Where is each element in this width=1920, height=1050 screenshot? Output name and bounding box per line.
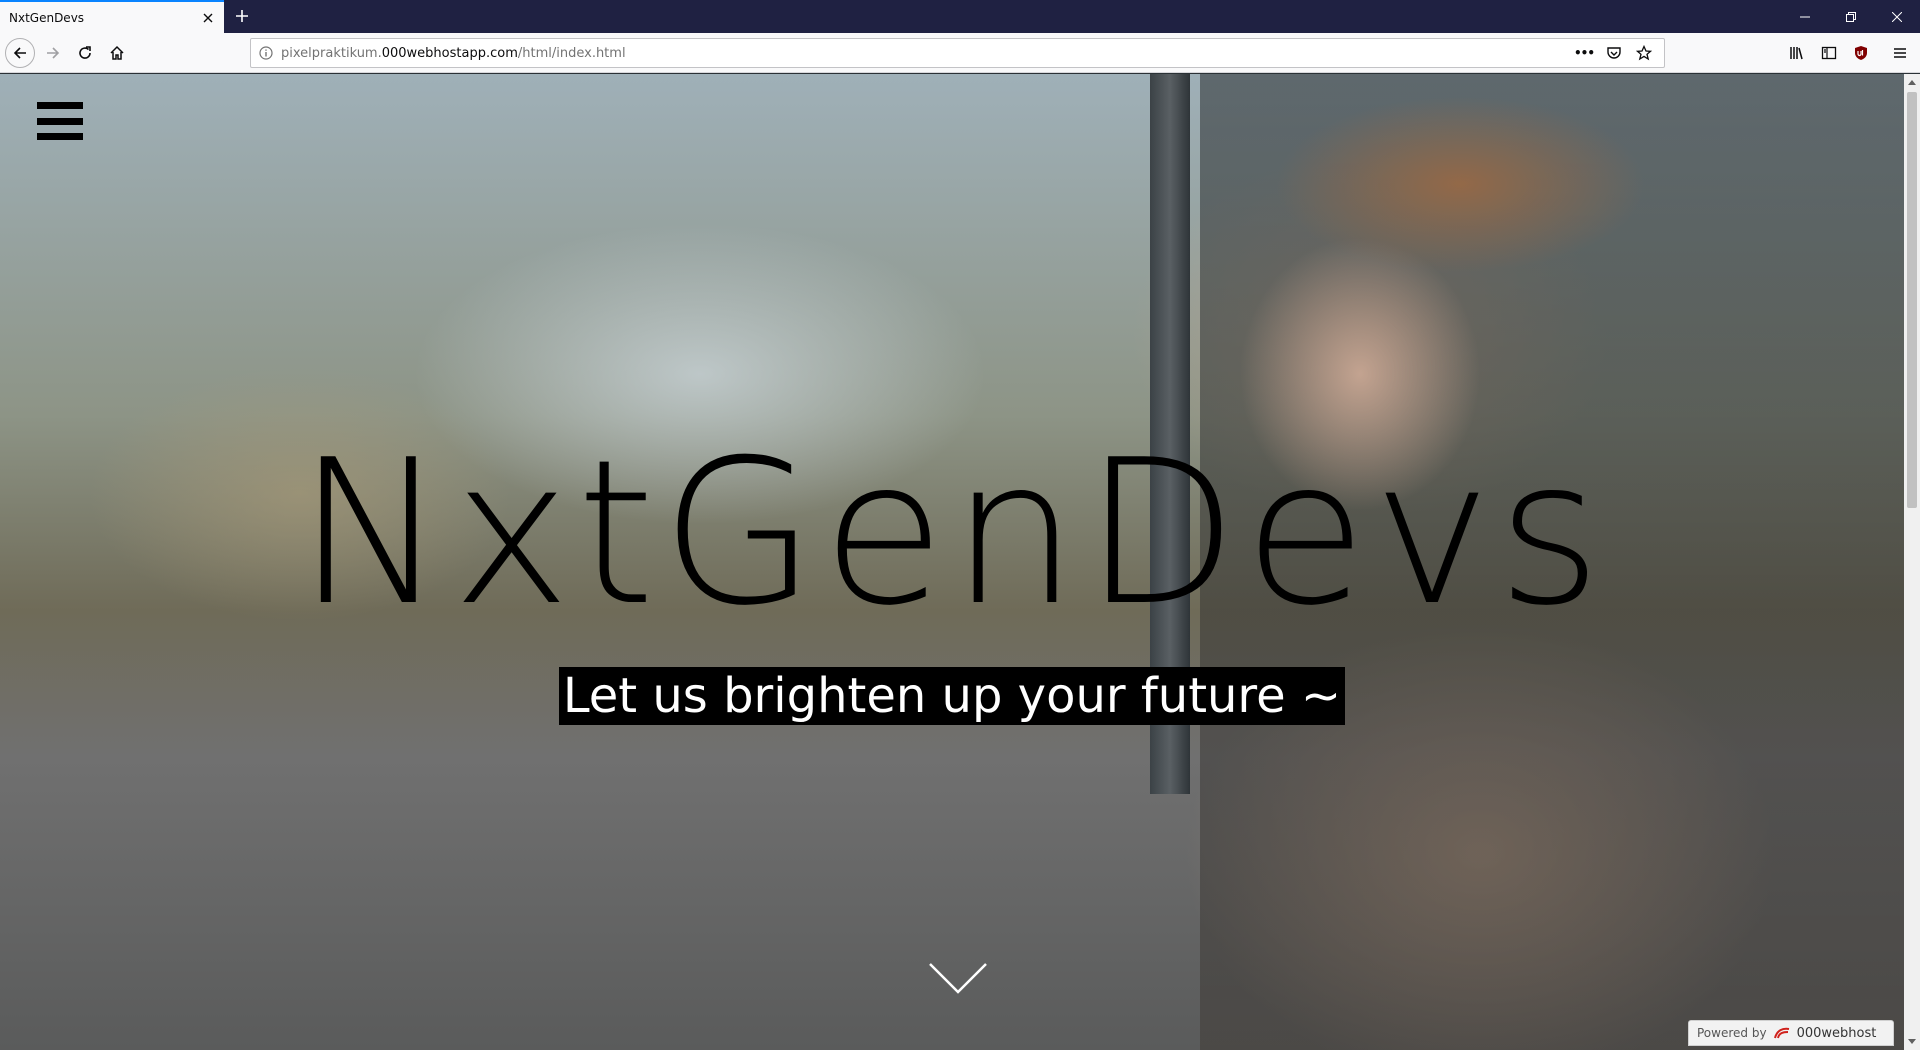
tab-active[interactable]: NxtGenDevs	[0, 0, 224, 33]
bookmark-star-icon[interactable]	[1632, 41, 1656, 65]
page-viewport: NxtGenDevs Let us brighten up your futur…	[0, 74, 1904, 1050]
site-menu-toggle-icon[interactable]	[37, 102, 83, 140]
forward-button[interactable]	[38, 38, 68, 68]
sidebar-icon	[1821, 46, 1837, 60]
reload-button[interactable]	[70, 38, 100, 68]
powered-by-badge[interactable]: Powered by 000webhost	[1688, 1020, 1894, 1046]
url-prefix: pixelpraktikum.	[281, 45, 382, 61]
tab-title: NxtGenDevs	[9, 10, 85, 25]
page-actions-icon[interactable]: •••	[1572, 41, 1596, 65]
scroll-down-chevron-icon[interactable]	[928, 960, 988, 996]
sidebar-button[interactable]	[1814, 38, 1844, 68]
back-button[interactable]	[5, 38, 35, 68]
page-scrollbar[interactable]	[1904, 74, 1920, 1050]
hero-subtitle: Let us brighten up your future ~	[558, 667, 1346, 725]
navigation-toolbar: pixelpraktikum.000webhostapp.com/html/in…	[0, 33, 1920, 73]
powered-by-label: Powered by	[1697, 1026, 1767, 1040]
window-close-icon[interactable]	[1874, 0, 1920, 33]
scroll-up-arrow-icon[interactable]	[1904, 74, 1920, 90]
hero-title: NxtGenDevs	[296, 417, 1608, 650]
menu-button[interactable]	[1885, 38, 1915, 68]
hamburger-menu-icon	[1894, 48, 1906, 58]
home-button[interactable]	[102, 38, 132, 68]
ublock-extension-button[interactable]	[1846, 38, 1876, 68]
url-host: 000webhostapp.com	[381, 45, 518, 61]
hero-subtitle-wrap: Let us brighten up your future ~	[0, 667, 1904, 725]
reload-icon	[79, 46, 91, 59]
scroll-down-arrow-icon[interactable]	[1904, 1034, 1920, 1050]
forward-arrow-icon	[47, 47, 60, 59]
powered-by-brand: 000webhost	[1796, 1025, 1877, 1041]
url-text: pixelpraktikum.000webhostapp.com/html/in…	[281, 46, 626, 61]
back-arrow-icon	[13, 47, 26, 59]
ublock-shield-icon	[1855, 46, 1867, 60]
pocket-icon[interactable]	[1602, 41, 1626, 65]
url-path: /html/index.html	[517, 45, 626, 61]
home-icon	[110, 45, 124, 60]
minimize-icon[interactable]	[1782, 0, 1828, 33]
new-tab-icon[interactable]	[229, 3, 255, 29]
restore-icon[interactable]	[1828, 0, 1874, 33]
000webhost-logo-icon	[1773, 1027, 1789, 1039]
library-button[interactable]	[1782, 38, 1812, 68]
scrollbar-thumb[interactable]	[1907, 92, 1917, 508]
site-info-icon[interactable]	[251, 39, 281, 67]
tab-close-icon[interactable]	[194, 4, 222, 32]
address-bar[interactable]: pixelpraktikum.000webhostapp.com/html/in…	[250, 38, 1665, 68]
browser-titlebar: NxtGenDevs	[0, 0, 1920, 33]
library-icon	[1790, 47, 1803, 60]
